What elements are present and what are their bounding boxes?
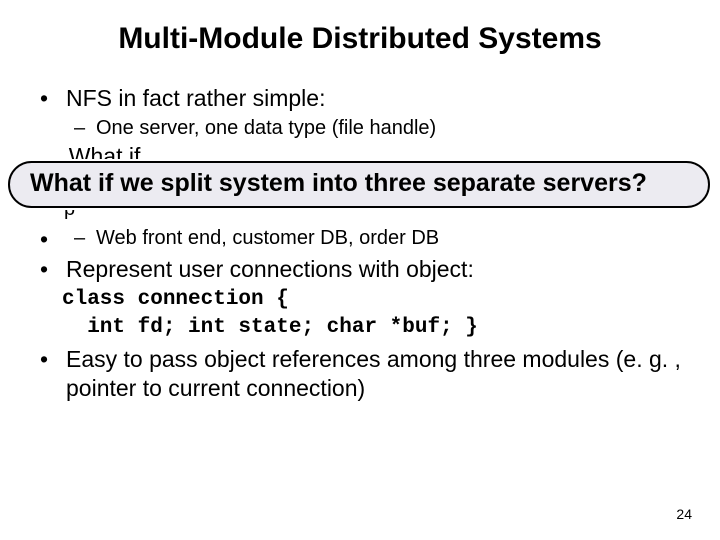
code-line-1: class connection {	[62, 288, 289, 311]
page-number: 24	[676, 506, 692, 522]
obscured-bullet-top: . What if	[30, 145, 690, 159]
slide: Multi-Module Distributed Systems NFS in …	[0, 0, 720, 540]
obscured-text-bottom: p	[30, 210, 690, 221]
code-line-2: int fd; int state; char *buf; }	[62, 316, 478, 339]
bullet-list: NFS in fact rather simple: One server, o…	[30, 84, 690, 141]
bullet-easy-pass: Easy to pass object references among thr…	[40, 345, 690, 404]
sub-one-server: One server, one data type (file handle)	[74, 115, 690, 141]
bullet-list-3: Easy to pass object references among thr…	[30, 345, 690, 404]
obscured-text-top: . What if	[30, 145, 690, 159]
sub-list-2: Web front end, customer DB, order DB	[66, 225, 690, 251]
obscured-bullet-bottom: p	[30, 210, 690, 225]
bullet-represent-connections: Represent user connections with object:	[40, 255, 690, 284]
code-block: class connection { int fd; int state; ch…	[62, 286, 690, 343]
bullet-list-2: Web front end, customer DB, order DB Rep…	[30, 225, 690, 284]
bullet-text: NFS in fact rather simple:	[66, 85, 325, 111]
slide-title: Multi-Module Distributed Systems	[30, 22, 690, 56]
callout-box: What if we split system into three separ…	[8, 161, 710, 207]
bullet-continuation: Web front end, customer DB, order DB	[40, 225, 690, 251]
sub-list-1: One server, one data type (file handle)	[66, 115, 690, 141]
callout-text: What if we split system into three separ…	[30, 169, 647, 197]
bullet-text-3: Represent user connections with object:	[66, 256, 474, 282]
sub-web-front-end: Web front end, customer DB, order DB	[74, 225, 690, 251]
bullet-nfs-simple: NFS in fact rather simple: One server, o…	[40, 84, 690, 141]
